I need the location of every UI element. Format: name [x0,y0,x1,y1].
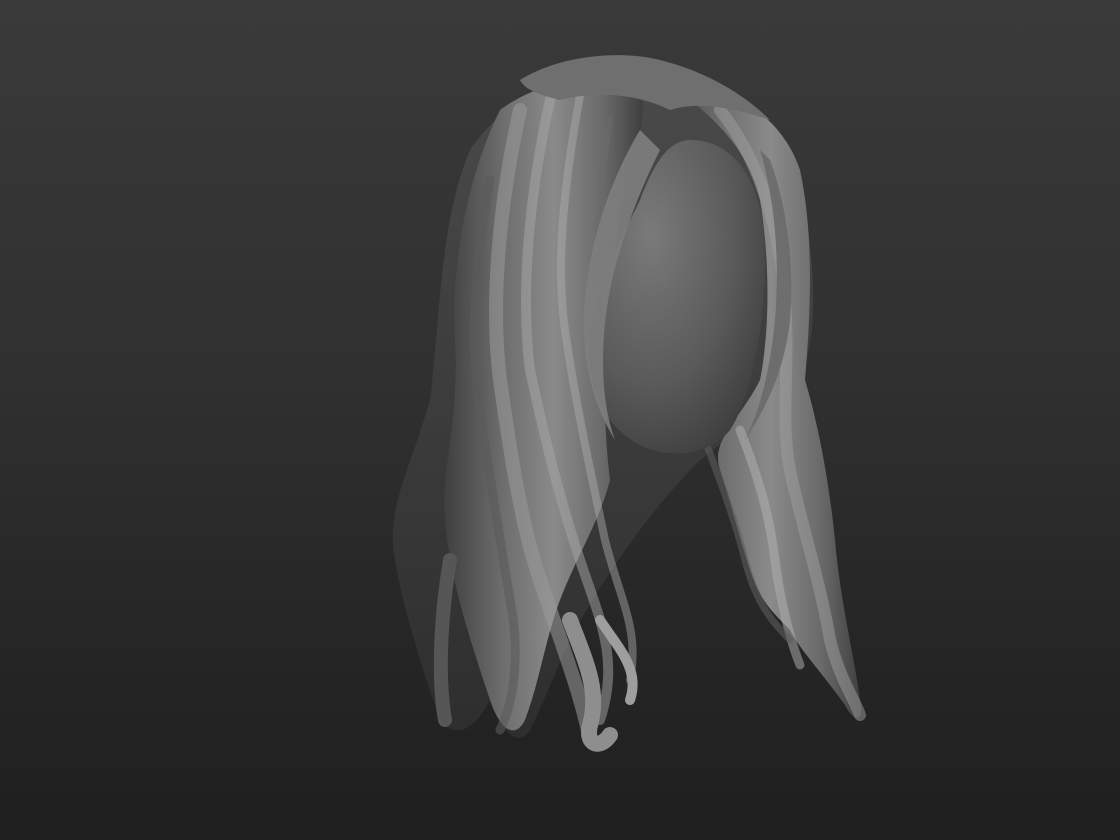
3d-viewport[interactable] [0,0,1120,840]
hair-sculpt-model[interactable] [0,0,1120,840]
